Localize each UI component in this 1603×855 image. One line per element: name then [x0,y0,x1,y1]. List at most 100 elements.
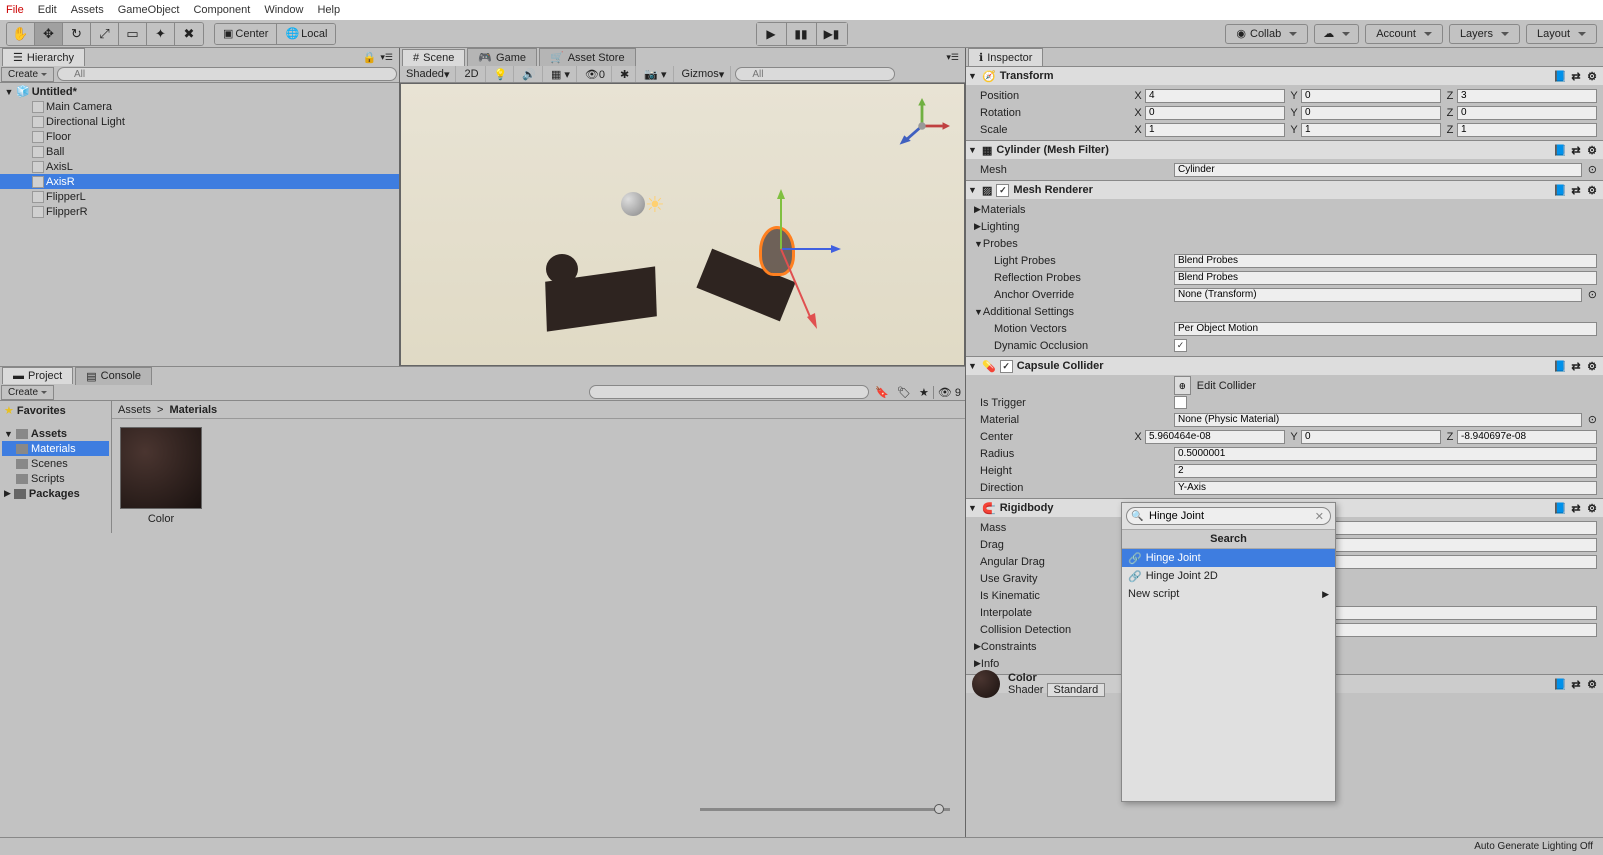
materials-foldout[interactable]: ▶Materials [974,201,1603,218]
step-button[interactable]: ▶▮ [817,23,847,45]
hierarchy-tab[interactable]: ☰ Hierarchy [2,48,85,66]
search-fav-icon[interactable]: ★ [915,386,933,399]
pos-z-input[interactable] [1457,89,1597,103]
height-input[interactable] [1174,464,1597,478]
menu-file[interactable]: File [6,4,24,16]
help-icon[interactable]: 📘 [1553,502,1567,515]
gizmos-dropdown[interactable]: Gizmos ▾ [676,66,732,82]
scene-menu-icon[interactable]: ▾☰ [946,52,959,63]
layout-dropdown[interactable]: Layout [1526,24,1597,44]
console-tab[interactable]: ▤ Console [75,367,152,385]
gear-icon[interactable]: ⚙ [1585,678,1599,691]
scenes-folder[interactable]: Scenes [2,456,109,471]
lightprobes-dropdown[interactable] [1174,254,1597,268]
picker-icon[interactable]: ⊙ [1588,413,1597,426]
meshrenderer-header[interactable]: ▼▨ ✓ Mesh Renderer📘⇄⚙ [966,181,1603,199]
capsule-header[interactable]: ▼💊 ✓ Capsule Collider📘⇄⚙ [966,357,1603,375]
pos-y-input[interactable] [1301,89,1441,103]
assets-folder[interactable]: ▼Assets [2,426,109,441]
scene-row[interactable]: ▼🧊 Untitled* [0,84,399,99]
mesh-input[interactable] [1174,163,1582,177]
thumbnail-size-slider[interactable] [700,803,950,815]
center-y-input[interactable] [1301,430,1441,444]
pos-x-input[interactable] [1145,89,1285,103]
preset-icon[interactable]: ⇄ [1569,360,1583,373]
gear-icon[interactable]: ⚙ [1585,360,1599,373]
center-x-input[interactable] [1145,430,1285,444]
anchor-input[interactable] [1174,288,1582,302]
breadcrumb-materials[interactable]: Materials [169,404,217,416]
preset-icon[interactable]: ⇄ [1569,144,1583,157]
search-type-icon[interactable]: 🏷 [893,386,915,399]
scene-search-input[interactable] [735,67,895,81]
light-toggle[interactable]: 💡 [488,66,515,82]
physmaterial-input[interactable] [1174,413,1582,427]
lighting-foldout[interactable]: ▶Lighting [974,218,1603,235]
edit-collider-button[interactable]: ꚛ [1174,376,1191,395]
preset-icon[interactable]: ⇄ [1569,678,1583,691]
gear-icon[interactable]: ⚙ [1585,70,1599,83]
hierarchy-item[interactable]: FlipperL [0,189,399,204]
camera-toggle[interactable]: 📷 ▾ [638,66,673,82]
help-icon[interactable]: 📘 [1553,70,1567,83]
scl-y-input[interactable] [1301,123,1441,137]
menu-component[interactable]: Component [193,4,250,16]
hierarchy-item[interactable]: Ball [0,144,399,159]
hierarchy-search-input[interactable] [57,67,397,81]
shader-dropdown[interactable]: Standard [1047,683,1106,697]
help-icon[interactable]: 📘 [1553,360,1567,373]
pivot-center-toggle[interactable]: ▣ Center [215,24,277,44]
istrigger-checkbox[interactable] [1174,396,1187,409]
shading-dropdown[interactable]: Shaded ▾ [400,66,456,82]
2d-toggle[interactable]: 2D [458,66,485,82]
project-search-input[interactable] [589,385,869,399]
menu-help[interactable]: Help [317,4,340,16]
audio-toggle[interactable]: 🔊 [516,66,543,82]
preset-icon[interactable]: ⇄ [1569,502,1583,515]
orientation-gizmo-icon[interactable] [894,98,950,154]
hidden-toggle[interactable]: 👁0 [579,66,612,82]
picker-icon[interactable]: ⊙ [1588,288,1597,301]
scene-tab[interactable]: # Scene [402,49,465,66]
play-button[interactable]: ▶ [757,23,787,45]
rot-x-input[interactable] [1145,106,1285,120]
meshfilter-header[interactable]: ▼▦ Cylinder (Mesh Filter)📘⇄⚙ [966,141,1603,159]
materials-folder[interactable]: Materials [2,441,109,456]
pivot-local-toggle[interactable]: 🌐 Local [277,24,335,44]
motionvec-dropdown[interactable] [1174,322,1597,336]
asset-store-tab[interactable]: 🛒 Asset Store [539,48,636,66]
menu-window[interactable]: Window [264,4,303,16]
hierarchy-create-button[interactable]: Create [1,67,54,82]
picker-icon[interactable]: ⊙ [1588,163,1597,176]
fx-toggle[interactable]: ▦ ▾ [545,66,577,82]
radius-input[interactable] [1174,447,1597,461]
hierarchy-lock-icon[interactable]: 🔒 [363,51,377,64]
hidden-count[interactable]: 👁 9 [933,386,965,399]
hand-tool[interactable]: ✋ [7,23,35,45]
search-filter-icon[interactable]: 🔖 [871,386,893,399]
favorites-folder[interactable]: ★Favorites [2,403,109,418]
clear-search-icon[interactable]: ✕ [1315,510,1324,523]
scl-z-input[interactable] [1457,123,1597,137]
search-result-hinge-joint-2d[interactable]: 🔗 Hinge Joint 2D [1122,567,1335,585]
dynocc-checkbox[interactable]: ✓ [1174,339,1187,352]
help-icon[interactable]: 📘 [1553,184,1567,197]
multi-tool[interactable]: ✦ [147,23,175,45]
transform-header[interactable]: ▼🧭 Transform📘⇄⚙ [966,67,1603,85]
direction-dropdown[interactable] [1174,481,1597,495]
rot-y-input[interactable] [1301,106,1441,120]
search-result-new-script[interactable]: New script▶ [1122,585,1335,603]
hierarchy-menu-icon[interactable]: ▾☰ [380,52,393,63]
move-tool[interactable]: ✥ [35,23,63,45]
probes-foldout[interactable]: ▼Probes [974,235,1603,252]
collab-dropdown[interactable]: ◉ Collab [1225,24,1308,44]
help-icon[interactable]: 📘 [1553,144,1567,157]
gear-icon[interactable]: ⚙ [1585,144,1599,157]
help-icon[interactable]: 📘 [1553,678,1567,691]
gear-icon[interactable]: ⚙ [1585,502,1599,515]
breadcrumb-assets[interactable]: Assets [118,404,151,416]
reflprobes-dropdown[interactable] [1174,271,1597,285]
scl-x-input[interactable] [1145,123,1285,137]
account-dropdown[interactable]: Account [1365,24,1443,44]
custom-tool[interactable]: ✖ [175,23,203,45]
